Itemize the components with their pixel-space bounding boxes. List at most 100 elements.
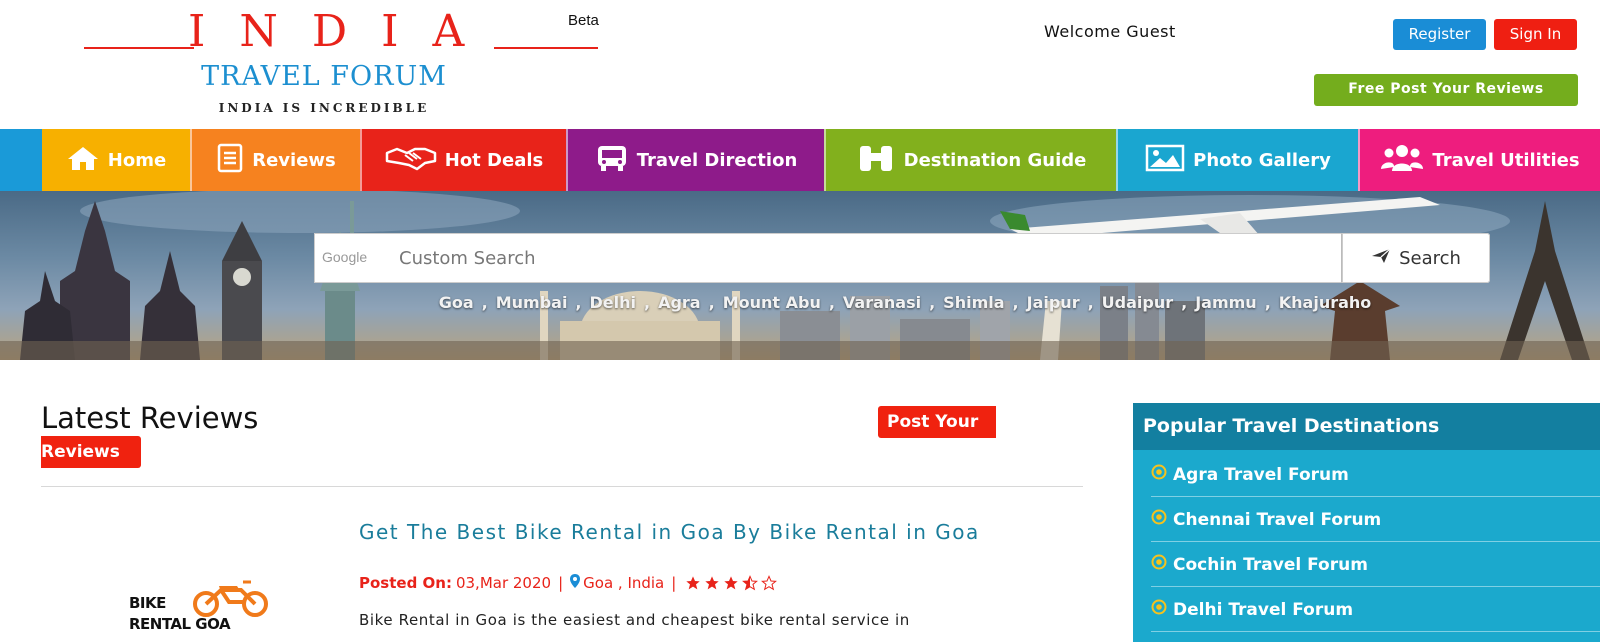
review-card: BIKE RENTAL GOA Get The Best Bike Rental… bbox=[41, 510, 1083, 642]
review-location: Goa , India bbox=[583, 574, 665, 592]
review-date: 03,Mar 2020 bbox=[455, 574, 552, 592]
review-title-link[interactable]: Get The Best Bike Rental in Goa By Bike … bbox=[359, 522, 1059, 542]
nav-item-reviews[interactable]: Reviews bbox=[190, 129, 360, 191]
latest-reviews-title: Latest Reviews bbox=[41, 401, 259, 435]
beta-badge: Beta bbox=[568, 12, 599, 29]
destination-label: Chennai Travel Forum bbox=[1173, 509, 1382, 530]
register-button[interactable]: Register bbox=[1393, 19, 1486, 50]
logo-forum-text: TRAVEL FORUM bbox=[201, 61, 447, 92]
city-link-mount-abu[interactable]: Mount Abu bbox=[723, 293, 821, 312]
dot-circle-icon bbox=[1151, 464, 1167, 485]
section-divider bbox=[41, 486, 1083, 487]
bus-icon bbox=[595, 144, 629, 177]
city-separator: , bbox=[929, 292, 936, 312]
paper-plane-icon bbox=[1371, 248, 1391, 269]
home-icon bbox=[66, 145, 100, 176]
bike-logo-text-line2: RENTAL GOA bbox=[129, 615, 231, 633]
destination-link-cochin[interactable]: Cochin Travel Forum bbox=[1151, 543, 1600, 587]
city-separator: , bbox=[644, 292, 651, 312]
photo-icon bbox=[1145, 144, 1185, 177]
city-separator: , bbox=[1181, 292, 1188, 312]
city-link-delhi[interactable]: Delhi bbox=[590, 293, 637, 312]
logo-rule-right bbox=[494, 47, 598, 49]
google-brand-mark: Google bbox=[322, 249, 368, 265]
site-logo[interactable]: INDIA Beta TRAVEL FORUM INDIA IS INCREDI… bbox=[84, 8, 614, 120]
free-post-reviews-button[interactable]: Free Post Your Reviews bbox=[1314, 74, 1578, 106]
destination-link-delhi[interactable]: Delhi Travel Forum bbox=[1151, 588, 1600, 632]
star-full-icon bbox=[686, 576, 700, 590]
users-icon bbox=[1380, 143, 1424, 178]
search-button[interactable]: Search bbox=[1342, 233, 1490, 283]
sign-in-button[interactable]: Sign In bbox=[1494, 19, 1577, 50]
rating-stars bbox=[685, 575, 778, 591]
nav-item-photo-gallery[interactable]: Photo Gallery bbox=[1116, 129, 1358, 191]
city-link-goa[interactable]: Goa bbox=[439, 293, 474, 312]
nav-item-travel-direction[interactable]: Travel Direction bbox=[566, 129, 824, 191]
nav-label-destination-guide: Destination Guide bbox=[903, 149, 1087, 171]
star-empty-icon bbox=[761, 575, 778, 591]
destination-link-agra[interactable]: Agra Travel Forum bbox=[1151, 453, 1600, 497]
city-link-udaipur[interactable]: Udaipur bbox=[1102, 293, 1173, 312]
review-location-link[interactable]: Goa , India bbox=[570, 574, 664, 592]
handshake-icon bbox=[385, 145, 437, 176]
nav-label-home: Home bbox=[107, 149, 167, 171]
nav-item-home[interactable]: Home bbox=[42, 129, 190, 191]
nav-label-travel-utilities: Travel Utilities bbox=[1432, 149, 1580, 171]
document-icon bbox=[216, 143, 244, 178]
nav-label-photo-gallery: Photo Gallery bbox=[1193, 149, 1331, 171]
binoculars-icon bbox=[856, 143, 896, 178]
city-separator: , bbox=[575, 292, 582, 312]
post-your-reviews-button-wrap[interactable]: Reviews bbox=[41, 436, 141, 468]
star-half-icon bbox=[742, 575, 759, 591]
welcome-text: Welcome Guest bbox=[1044, 22, 1176, 41]
review-excerpt: Bike Rental in Goa is the easiest and ch… bbox=[359, 611, 910, 629]
nav-label-reviews: Reviews bbox=[252, 149, 336, 171]
destination-label: Delhi Travel Forum bbox=[1173, 599, 1354, 620]
city-link-varanasi[interactable]: Varanasi bbox=[843, 293, 921, 312]
city-separator: , bbox=[1264, 292, 1271, 312]
dot-circle-icon bbox=[1151, 599, 1167, 620]
nav-label-travel-direction: Travel Direction bbox=[636, 149, 798, 171]
destination-label: Agra Travel Forum bbox=[1173, 464, 1349, 485]
star-full-icon bbox=[724, 576, 738, 590]
hero-banner: Google Search Goa , Mumbai , Delhi , Agr… bbox=[0, 191, 1600, 360]
destination-link-chennai[interactable]: Chennai Travel Forum bbox=[1151, 498, 1600, 542]
logo-rule-left bbox=[84, 47, 194, 49]
city-separator: , bbox=[708, 292, 715, 312]
city-link-khajuraho[interactable]: Khajuraho bbox=[1279, 293, 1372, 312]
city-separator: , bbox=[1012, 292, 1019, 312]
nav-label-hot-deals: Hot Deals bbox=[444, 149, 544, 171]
bike-rental-goa-logo[interactable]: BIKE RENTAL GOA bbox=[129, 578, 299, 642]
bike-logo-text-line1: BIKE bbox=[129, 594, 166, 612]
city-separator: , bbox=[481, 292, 488, 312]
site-header: INDIA Beta TRAVEL FORUM INDIA IS INCREDI… bbox=[0, 0, 1600, 127]
meta-separator: | bbox=[671, 574, 677, 592]
search-button-label: Search bbox=[1399, 247, 1461, 269]
nav-item-travel-utilities[interactable]: Travel Utilities bbox=[1358, 129, 1600, 191]
dot-circle-icon bbox=[1151, 554, 1167, 575]
destination-label: Cochin Travel Forum bbox=[1173, 554, 1368, 575]
city-separator: , bbox=[1087, 292, 1094, 312]
search-box: Google Search bbox=[314, 233, 1490, 283]
nav-item-hot-deals[interactable]: Hot Deals bbox=[360, 129, 566, 191]
city-link-jaipur[interactable]: Jaipur bbox=[1027, 293, 1080, 312]
popular-destinations-panel: Popular Travel Destinations Agra Travel … bbox=[1133, 403, 1600, 642]
popular-destinations-title: Popular Travel Destinations bbox=[1133, 403, 1600, 450]
city-link-jammu[interactable]: Jammu bbox=[1195, 293, 1256, 312]
search-input[interactable] bbox=[314, 233, 1342, 283]
city-link-shimla[interactable]: Shimla bbox=[943, 293, 1004, 312]
star-full-icon bbox=[705, 576, 719, 590]
main-nav: Home Reviews Hot Deals Travel Direction … bbox=[0, 129, 1600, 191]
posted-on-label: Posted On: bbox=[359, 574, 452, 592]
logo-india-text: INDIA bbox=[188, 6, 499, 57]
review-meta: Posted On: 03,Mar 2020 | Goa , India | bbox=[359, 574, 778, 592]
city-separator: , bbox=[828, 292, 835, 312]
map-marker-icon bbox=[570, 574, 581, 592]
meta-separator: | bbox=[558, 574, 564, 592]
post-your-reviews-button[interactable]: Post Your bbox=[878, 406, 996, 438]
dot-circle-icon bbox=[1151, 509, 1167, 530]
logo-tagline: INDIA IS INCREDIBLE bbox=[218, 101, 430, 115]
nav-item-destination-guide[interactable]: Destination Guide bbox=[824, 129, 1116, 191]
city-link-agra[interactable]: Agra bbox=[658, 293, 701, 312]
city-link-mumbai[interactable]: Mumbai bbox=[496, 293, 568, 312]
